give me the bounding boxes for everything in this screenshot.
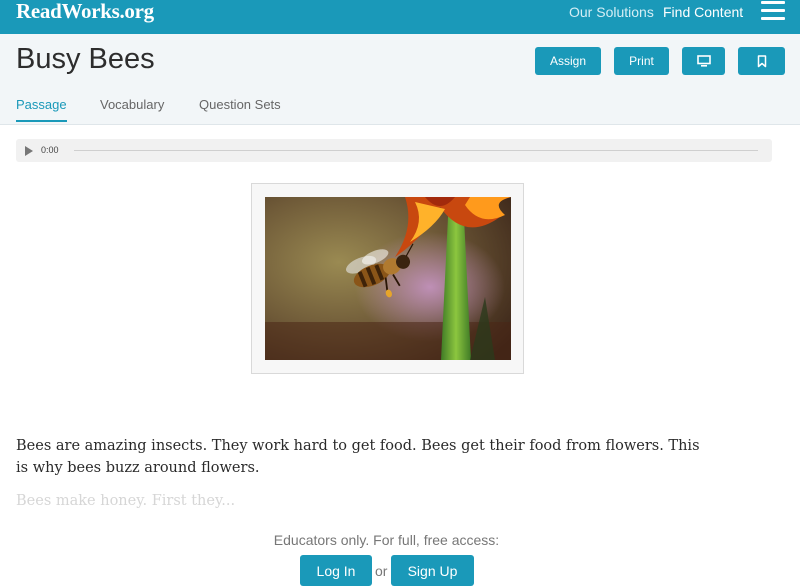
readworks-logo[interactable]: ReadWorks.org bbox=[16, 0, 154, 24]
audio-player: 0:00 bbox=[16, 139, 772, 162]
passage-faded-preview: Bees make honey. First they... bbox=[16, 493, 236, 509]
access-message: Educators only. For full, free access: bbox=[273, 532, 500, 548]
passage-paragraph: Bees are amazing insects. They work hard… bbox=[16, 438, 700, 476]
nav-our-solutions[interactable]: Our Solutions bbox=[569, 4, 654, 20]
top-navigation-bar: ReadWorks.org Our Solutions Find Content bbox=[0, 0, 800, 34]
tab-vocabulary[interactable]: Vocabulary bbox=[100, 97, 164, 112]
audio-progress-track[interactable] bbox=[74, 150, 758, 151]
bookmark-button[interactable] bbox=[738, 47, 785, 75]
tab-question-sets[interactable]: Question Sets bbox=[199, 97, 281, 112]
bookmark-icon bbox=[757, 54, 766, 67]
print-button[interactable]: Print bbox=[614, 47, 669, 75]
page-title: Busy Bees bbox=[16, 43, 155, 75]
hamburger-icon[interactable] bbox=[761, 1, 785, 21]
present-button[interactable] bbox=[682, 47, 725, 75]
active-tab-indicator bbox=[16, 120, 67, 122]
audio-time: 0:00 bbox=[41, 145, 59, 155]
passage-image-frame bbox=[251, 183, 524, 374]
login-button[interactable]: Log In bbox=[300, 555, 372, 586]
monitor-icon bbox=[696, 55, 711, 67]
or-separator: or bbox=[375, 563, 388, 579]
signup-button[interactable]: Sign Up bbox=[391, 555, 474, 586]
tab-passage[interactable]: Passage bbox=[16, 97, 67, 112]
passage-header: Busy Bees Assign Print Passage Vocabular… bbox=[0, 34, 800, 125]
bee-photo bbox=[265, 197, 511, 360]
play-icon[interactable] bbox=[25, 146, 33, 156]
assign-button[interactable]: Assign bbox=[535, 47, 601, 75]
nav-find-content[interactable]: Find Content bbox=[663, 4, 743, 20]
